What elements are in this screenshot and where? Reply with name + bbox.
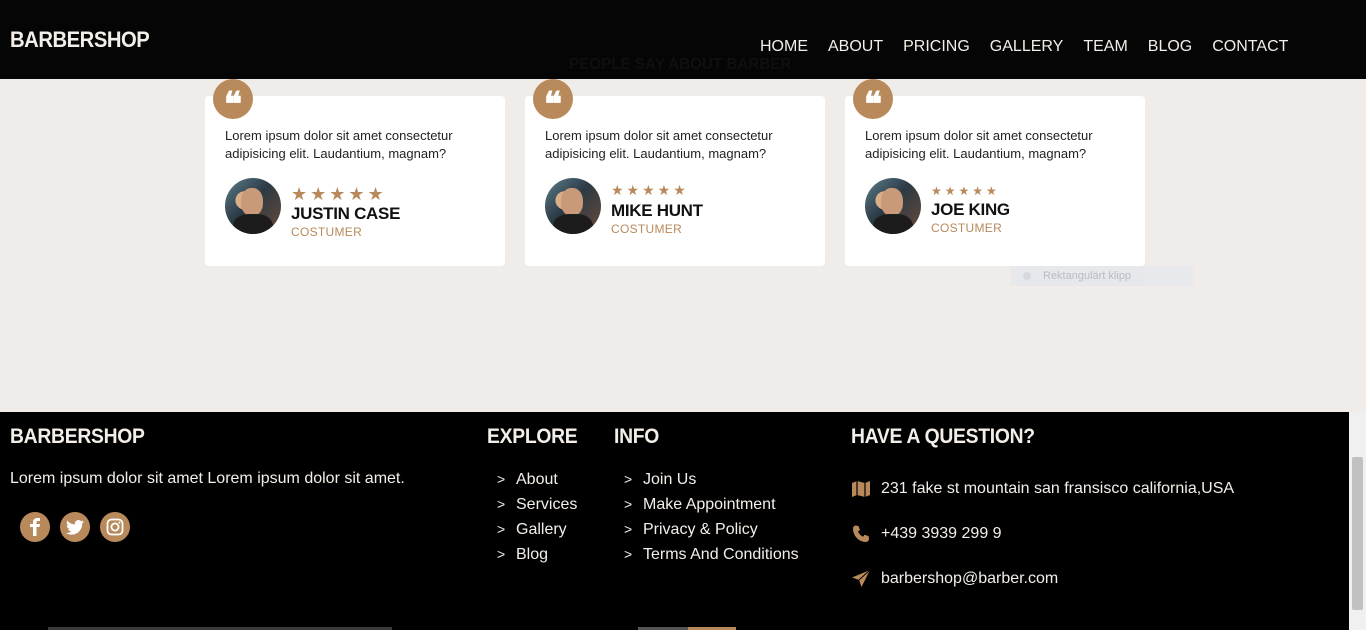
address-row: 231 fake st mountain san fransisco calif…: [851, 479, 1234, 499]
footer-description: Lorem ipsum dolor sit amet Lorem ipsum d…: [10, 470, 405, 487]
chevron-right-icon: >: [624, 496, 633, 512]
email-row: barbershop@barber.com: [851, 569, 1058, 589]
chevron-right-icon: >: [624, 546, 633, 562]
brand-logo[interactable]: BARBERSHOP: [10, 27, 150, 53]
explore-links: > About > Services > Gallery > Blog: [497, 470, 577, 570]
nav-pricing[interactable]: PRICING: [903, 38, 970, 56]
footer-link-blog[interactable]: > Blog: [497, 545, 577, 570]
testimonial-text: Lorem ipsum dolor sit amet consectetur a…: [865, 128, 1093, 161]
nav-about[interactable]: ABOUT: [828, 38, 883, 56]
avatar: [545, 178, 601, 234]
customer-name: JOE KING: [931, 200, 1010, 219]
quote-icon: ❝: [213, 79, 253, 125]
instagram-icon[interactable]: [100, 512, 130, 542]
twitter-icon[interactable]: [60, 512, 90, 542]
footer-link-gallery[interactable]: > Gallery: [497, 520, 577, 545]
chevron-right-icon: >: [497, 471, 506, 487]
nav-home[interactable]: HOME: [760, 38, 808, 56]
testimonial-card: Lorem ipsum dolor sit amet consectetur a…: [205, 96, 505, 266]
phone-row: +439 3939 299 9: [851, 524, 1002, 544]
main-nav: HOME ABOUT PRICING GALLERY TEAM BLOG CON…: [760, 38, 1308, 56]
quote-icon: ❝: [853, 79, 893, 125]
address-text: 231 fake st mountain san fransisco calif…: [881, 480, 1235, 497]
quote-icon: ❝: [533, 79, 573, 125]
chevron-right-icon: >: [497, 546, 506, 562]
footer-link-join-us[interactable]: > Join Us: [624, 470, 799, 495]
explore-heading: EXPLORE: [487, 425, 578, 448]
snipping-tool-overlay: Rektangulärt klipp: [1011, 266, 1193, 286]
footer-link-make-appointment[interactable]: > Make Appointment: [624, 495, 799, 520]
customer-role: COSTUMER: [611, 222, 683, 236]
section-title: PEOPLE SAY ABOUT BARBER: [569, 56, 792, 73]
footer-link-services[interactable]: > Services: [497, 495, 577, 520]
scrollbar-thumb[interactable]: [1352, 457, 1363, 610]
email-text[interactable]: barbershop@barber.com: [881, 570, 1058, 588]
info-links: > Join Us > Make Appointment > Privacy & Po…: [624, 470, 799, 570]
phone-icon: [853, 525, 869, 542]
customer-name: MIKE HUNT: [611, 201, 703, 220]
chevron-right-icon: >: [497, 496, 506, 512]
map-icon: [852, 481, 870, 497]
chevron-right-icon: >: [624, 521, 633, 537]
testimonial-card: Lorem ipsum dolor sit amet consectetur a…: [845, 96, 1145, 266]
avatar: [865, 178, 921, 234]
nav-blog[interactable]: BLOG: [1148, 38, 1192, 56]
footer-link-about[interactable]: > About: [497, 470, 577, 495]
rating-stars: ★★★★★: [611, 183, 689, 199]
testimonial-card: Lorem ipsum dolor sit amet consectetur a…: [525, 96, 825, 266]
avatar: [225, 178, 281, 234]
footer-link-terms[interactable]: > Terms And Conditions: [624, 545, 799, 570]
testimonial-text: Lorem ipsum dolor sit amet consectetur a…: [225, 128, 453, 161]
customer-name: JUSTIN CASE: [291, 204, 401, 223]
info-heading: INFO: [614, 425, 660, 448]
facebook-icon[interactable]: [20, 512, 50, 542]
chevron-right-icon: >: [624, 471, 633, 487]
rating-stars: ★★★★★: [931, 184, 1000, 198]
nav-gallery[interactable]: GALLERY: [990, 38, 1064, 56]
nav-contact[interactable]: CONTACT: [1212, 38, 1288, 56]
chevron-right-icon: >: [497, 521, 506, 537]
phone-text[interactable]: +439 3939 299 9: [881, 525, 1002, 543]
footer-brand: BARBERSHOP: [10, 425, 145, 448]
footer-link-privacy-policy[interactable]: > Privacy & Policy: [624, 520, 799, 545]
paper-plane-icon: [852, 569, 871, 587]
customer-role: COSTUMER: [931, 221, 1003, 235]
customer-role: COSTUMER: [291, 225, 363, 239]
nav-team[interactable]: TEAM: [1083, 38, 1127, 56]
contact-heading: HAVE A QUESTION?: [851, 425, 1035, 448]
rating-stars: ★★★★★: [291, 184, 387, 205]
testimonial-text: Lorem ipsum dolor sit amet consectetur a…: [545, 128, 773, 161]
